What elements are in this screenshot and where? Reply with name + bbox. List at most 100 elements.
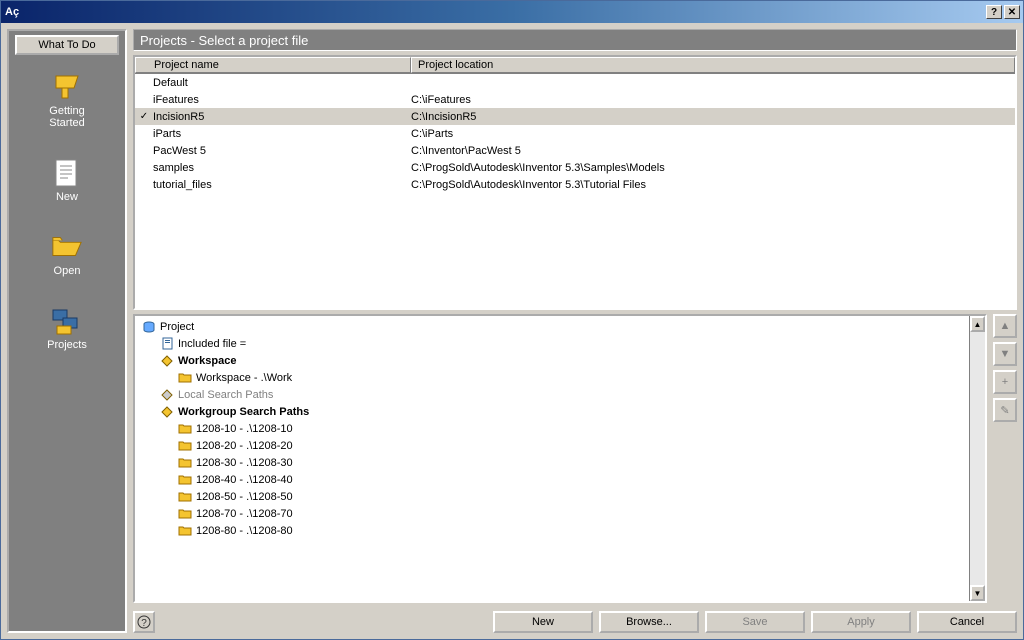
sidebar-item-label: New <box>56 191 78 203</box>
table-row[interactable]: samplesC:\ProgSold\Autodesk\Inventor 5.3… <box>135 159 1015 176</box>
apply-button[interactable]: Apply <box>811 611 911 633</box>
new-icon <box>51 157 83 189</box>
tree-item-label: Included file = <box>178 338 246 350</box>
tree-workspace-path[interactable]: Workspace - .\Work <box>137 369 967 386</box>
table-row[interactable]: Default <box>135 74 1015 91</box>
folder-icon <box>177 473 193 487</box>
folder-icon <box>177 507 193 521</box>
column-header-location[interactable]: Project location <box>411 57 1015 73</box>
tree-included-file[interactable]: Included file = <box>137 335 967 352</box>
sidebar-item-new[interactable]: New <box>51 157 83 203</box>
svg-text:?: ? <box>141 618 147 629</box>
sidebar-item-label: Getting Started <box>49 105 84 129</box>
project-name-cell: samples <box>153 162 411 174</box>
scroll-up-button[interactable]: ▲ <box>970 316 985 332</box>
folder-icon <box>177 524 193 538</box>
table-row[interactable]: ✓IncisionR5C:\IncisionR5 <box>135 108 1015 125</box>
main-area: Projects - Select a project file Project… <box>133 29 1017 633</box>
tree-item-label: 1208-20 - .\1208-20 <box>196 440 293 452</box>
tree-item-label: 1208-40 - .\1208-40 <box>196 474 293 486</box>
table-row[interactable]: PacWest 5C:\Inventor\PacWest 5 <box>135 142 1015 159</box>
tree-item-label: Workspace - .\Work <box>196 372 292 384</box>
sidebar: What To Do Getting Started New Open <box>7 29 127 633</box>
move-up-button[interactable]: ▲ <box>993 314 1017 338</box>
project-name-cell: tutorial_files <box>153 179 411 191</box>
tree-workspace[interactable]: Workspace <box>137 352 967 369</box>
project-location-cell: C:\IncisionR5 <box>411 111 1015 123</box>
help-button[interactable]: ? <box>133 611 155 633</box>
tree-root[interactable]: Project <box>137 318 967 335</box>
project-tree: Project Included file = Workspace Workspace… <box>133 314 987 603</box>
project-icon <box>141 320 157 334</box>
scroll-track[interactable] <box>970 332 985 585</box>
table-row[interactable]: iPartsC:\iParts <box>135 125 1015 142</box>
sidebar-item-getting-started[interactable]: Getting Started <box>49 71 84 129</box>
tree-item-label: Workgroup Search Paths <box>178 406 309 418</box>
table-header-row: Project name Project location <box>135 57 1015 74</box>
table-row[interactable]: iFeaturesC:\iFeatures <box>135 91 1015 108</box>
sidebar-item-label: Open <box>54 265 81 277</box>
tree-workgroup-path[interactable]: 1208-50 - .\1208-50 <box>137 488 967 505</box>
help-titlebar-button[interactable]: ? <box>986 5 1002 19</box>
project-location-cell: C:\Inventor\PacWest 5 <box>411 145 1015 157</box>
tree-workgroup-path[interactable]: 1208-20 - .\1208-20 <box>137 437 967 454</box>
project-name-cell: IncisionR5 <box>153 111 411 123</box>
tree-item-label: 1208-10 - .\1208-10 <box>196 423 293 435</box>
project-name-cell: iFeatures <box>153 94 411 106</box>
project-location-cell: C:\iFeatures <box>411 94 1015 106</box>
folder-icon <box>177 439 193 453</box>
tree-workgroup-path[interactable]: 1208-10 - .\1208-10 <box>137 420 967 437</box>
folder-icon <box>177 371 193 385</box>
active-check-icon: ✓ <box>135 111 153 122</box>
folder-icon <box>177 490 193 504</box>
tree-item-label: Project <box>160 321 194 333</box>
what-to-do-button[interactable]: What To Do <box>15 35 119 55</box>
titlebar[interactable]: Aç ? ✕ <box>1 1 1023 23</box>
tree-workgroup-path[interactable]: 1208-40 - .\1208-40 <box>137 471 967 488</box>
dialog-window: Aç ? ✕ What To Do Getting Started New <box>0 0 1024 640</box>
tree-item-label: 1208-30 - .\1208-30 <box>196 457 293 469</box>
tree-scrollbar[interactable]: ▲ ▼ <box>969 316 985 601</box>
tree-item-label: 1208-50 - .\1208-50 <box>196 491 293 503</box>
tree-item-label: 1208-70 - .\1208-70 <box>196 508 293 520</box>
scroll-down-button[interactable]: ▼ <box>970 585 985 601</box>
tree-workgroup-search-paths[interactable]: Workgroup Search Paths <box>137 403 967 420</box>
tree-item-label: Local Search Paths <box>178 389 273 401</box>
window-title: Aç <box>5 6 984 18</box>
folder-icon <box>177 422 193 436</box>
tree-local-search-paths[interactable]: Local Search Paths <box>137 386 967 403</box>
save-button[interactable]: Save <box>705 611 805 633</box>
page-title: Projects - Select a project file <box>133 29 1017 51</box>
browse-button[interactable]: Browse... <box>599 611 699 633</box>
column-header-name[interactable]: Project name <box>135 57 411 73</box>
move-down-button[interactable]: ▼ <box>993 342 1017 366</box>
close-titlebar-button[interactable]: ✕ <box>1004 5 1020 19</box>
project-location-cell: C:\iParts <box>411 128 1015 140</box>
file-icon <box>159 337 175 351</box>
project-name-cell: Default <box>153 77 411 89</box>
cancel-button[interactable]: Cancel <box>917 611 1017 633</box>
sidebar-item-open[interactable]: Open <box>51 231 83 277</box>
project-name-cell: PacWest 5 <box>153 145 411 157</box>
tree-workgroup-path[interactable]: 1208-70 - .\1208-70 <box>137 505 967 522</box>
tree-item-label: 1208-80 - .\1208-80 <box>196 525 293 537</box>
new-button[interactable]: New <box>493 611 593 633</box>
tree-workgroup-path[interactable]: 1208-30 - .\1208-30 <box>137 454 967 471</box>
table-row[interactable]: tutorial_filesC:\ProgSold\Autodesk\Inven… <box>135 176 1015 193</box>
project-name-cell: iParts <box>153 128 411 140</box>
project-location-cell: C:\ProgSold\Autodesk\Inventor 5.3\Sample… <box>411 162 1015 174</box>
diamond-icon <box>159 354 175 368</box>
projects-table: Project name Project location Default iFe… <box>133 55 1017 310</box>
bottom-bar: ? New Browse... Save Apply Cancel <box>133 607 1017 633</box>
add-button[interactable]: + <box>993 370 1017 394</box>
open-folder-icon <box>51 231 83 263</box>
sidebar-item-projects[interactable]: Projects <box>47 305 87 351</box>
tree-item-label: Workspace <box>178 355 237 367</box>
tree-action-buttons: ▲ ▼ + ✎ <box>993 314 1017 603</box>
tree-workgroup-path[interactable]: 1208-80 - .\1208-80 <box>137 522 967 539</box>
sidebar-item-label: Projects <box>47 339 87 351</box>
diamond-icon <box>159 388 175 402</box>
project-location-cell: C:\ProgSold\Autodesk\Inventor 5.3\Tutori… <box>411 179 1015 191</box>
projects-icon <box>51 305 83 337</box>
edit-button[interactable]: ✎ <box>993 398 1017 422</box>
